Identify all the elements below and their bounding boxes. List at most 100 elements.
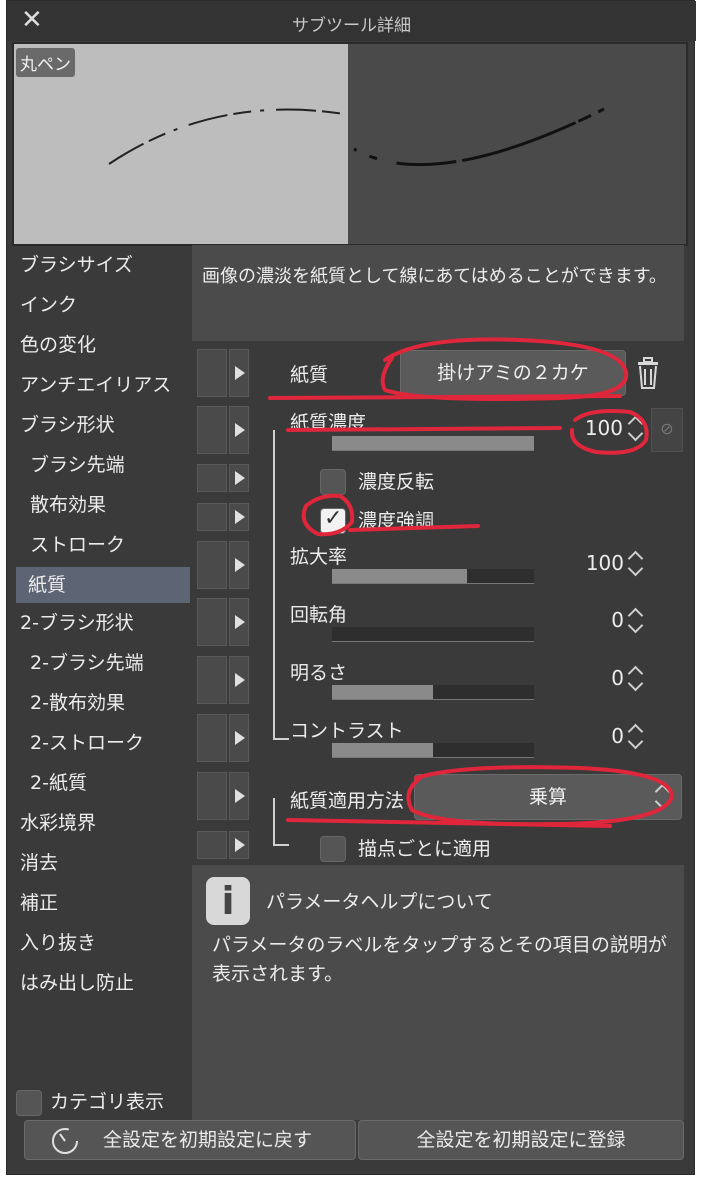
density-spinner-icon[interactable] xyxy=(627,414,645,444)
help-heading: パラメータヘルプについて xyxy=(266,891,493,913)
contrast-toggle[interactable] xyxy=(197,714,251,762)
sidebar-item-brush-size[interactable]: ブラシサイズ xyxy=(12,245,192,285)
emphasize-checkbox[interactable]: ✓ xyxy=(320,506,346,534)
brightness-spinner-icon[interactable] xyxy=(627,664,645,694)
reset-icon xyxy=(52,1128,78,1154)
sidebar-item-2-texture[interactable]: 2-紙質 xyxy=(12,763,192,803)
texture-toggle[interactable] xyxy=(197,349,251,397)
scale-slider-fill xyxy=(332,569,468,583)
sidebar-item-correction[interactable]: 補正 xyxy=(12,883,192,923)
apply-method-select[interactable]: 乗算 xyxy=(414,774,682,820)
invert-checkbox-row[interactable]: 濃度反転 xyxy=(320,465,434,495)
rotation-value[interactable]: 0 xyxy=(574,608,624,632)
density-slider[interactable] xyxy=(332,436,534,451)
per-dot-checkbox[interactable] xyxy=(320,835,346,862)
sidebar-item-spray[interactable]: 散布効果 xyxy=(12,485,192,525)
sidebar-item-brush-tip[interactable]: ブラシ先端 xyxy=(12,445,192,485)
sidebar-item-2-brush-shape[interactable]: 2-ブラシ形状 xyxy=(12,603,192,643)
show-toggle[interactable] xyxy=(197,831,227,859)
preview-strokes xyxy=(108,107,605,167)
expand-arrow-icon[interactable] xyxy=(229,406,249,454)
invert-label: 濃度反転 xyxy=(358,471,435,493)
density-toggle[interactable] xyxy=(197,406,251,454)
trash-icon[interactable] xyxy=(636,356,660,390)
brightness-slider[interactable] xyxy=(332,685,534,700)
category-display-toggle[interactable]: カテゴリ表示 xyxy=(16,1087,164,1116)
contrast-value[interactable]: 0 xyxy=(574,724,624,748)
emphasize-checkbox-row[interactable]: ✓ 濃度強調 xyxy=(320,504,434,534)
reset-all-button[interactable]: 全設定を初期設定に戻す xyxy=(24,1120,356,1160)
show-toggle[interactable] xyxy=(197,503,227,531)
sidebar-item-overflow-prevent[interactable]: はみ出し防止 xyxy=(12,963,192,1003)
title-bar: ✕ サブツール詳細 xyxy=(7,1,696,41)
expand-arrow-icon[interactable] xyxy=(229,772,249,820)
expand-arrow-icon[interactable] xyxy=(229,598,249,646)
show-toggle[interactable] xyxy=(197,598,227,646)
rotation-slider[interactable] xyxy=(332,627,534,642)
texture-label[interactable]: 紙質 xyxy=(290,360,328,387)
density-group-bracket xyxy=(273,430,289,740)
rotation-spinner-icon[interactable] xyxy=(627,606,645,636)
texture-select[interactable]: 掛けアミの２カケ xyxy=(400,350,626,396)
sidebar-item-watercolor-edge[interactable]: 水彩境界 xyxy=(12,803,192,843)
category-display-checkbox[interactable] xyxy=(16,1089,42,1116)
rotation-label[interactable]: 回転角 xyxy=(290,600,347,627)
per-dot-checkbox-row[interactable]: 描点ごとに適用 xyxy=(320,832,491,862)
sidebar-item-brush-shape[interactable]: ブラシ形状 xyxy=(12,405,192,445)
contrast-label[interactable]: コントラスト xyxy=(290,716,404,743)
invert-checkbox[interactable] xyxy=(320,468,346,495)
scale-spinner-icon[interactable] xyxy=(627,549,645,579)
expand-arrow-icon[interactable] xyxy=(229,831,249,859)
emphasize-label: 濃度強調 xyxy=(358,510,435,532)
show-toggle[interactable] xyxy=(197,714,227,762)
expand-arrow-icon[interactable] xyxy=(229,714,249,762)
sidebar-item-stroke[interactable]: ストローク xyxy=(12,525,192,565)
rotation-toggle[interactable] xyxy=(197,598,251,646)
contrast-spinner-icon[interactable] xyxy=(627,722,645,752)
expand-arrow-icon[interactable] xyxy=(229,503,249,531)
sidebar-item-2-brush-tip[interactable]: 2-ブラシ先端 xyxy=(12,643,192,683)
show-toggle[interactable] xyxy=(197,772,227,820)
density-value[interactable]: 100 xyxy=(573,416,623,440)
per-dot-toggle[interactable] xyxy=(197,831,251,859)
pressure-link-icon[interactable]: ⊘ xyxy=(651,408,683,452)
brightness-label[interactable]: 明るさ xyxy=(290,658,347,685)
reset-all-label: 全設定を初期設定に戻す xyxy=(103,1129,313,1151)
emphasize-toggle[interactable] xyxy=(197,503,251,531)
expand-arrow-icon[interactable] xyxy=(229,541,249,589)
density-slider-fill xyxy=(332,436,534,450)
apply-method-label[interactable]: 紙質適用方法 xyxy=(290,786,404,813)
show-toggle[interactable] xyxy=(197,464,227,492)
density-label[interactable]: 紙質濃度 xyxy=(290,408,366,435)
brightness-toggle[interactable] xyxy=(197,656,251,704)
sidebar-item-texture[interactable]: 紙質 xyxy=(16,567,190,603)
sidebar-item-2-spray[interactable]: 2-散布効果 xyxy=(12,683,192,723)
parameter-help-panel: i パラメータヘルプについて パラメータのラベルをタップするとその項目の説明が表… xyxy=(192,865,684,1120)
scale-toggle[interactable] xyxy=(197,541,251,589)
invert-toggle[interactable] xyxy=(197,464,251,492)
apply-method-chevron-icon[interactable] xyxy=(654,782,672,812)
scale-label[interactable]: 拡大率 xyxy=(290,542,347,569)
sidebar-item-erase[interactable]: 消去 xyxy=(12,843,192,883)
sidebar-item-taper[interactable]: 入り抜き xyxy=(12,923,192,963)
sidebar-item-color-change[interactable]: 色の変化 xyxy=(12,325,192,365)
register-default-button[interactable]: 全設定を初期設定に登録 xyxy=(358,1120,684,1160)
sidebar-item-antialias[interactable]: アンチエイリアス xyxy=(12,365,192,405)
apply-group-bracket xyxy=(273,798,289,846)
brightness-value[interactable]: 0 xyxy=(574,666,624,690)
show-toggle[interactable] xyxy=(197,541,227,589)
scale-value[interactable]: 100 xyxy=(574,551,624,575)
show-toggle[interactable] xyxy=(197,406,227,454)
sidebar-item-2-stroke[interactable]: 2-ストローク xyxy=(12,723,192,763)
show-toggle[interactable] xyxy=(197,349,227,397)
expand-arrow-icon[interactable] xyxy=(229,349,249,397)
show-toggle[interactable] xyxy=(197,656,227,704)
expand-arrow-icon[interactable] xyxy=(229,656,249,704)
tool-description: 画像の濃淡を紙質として線にあてはめることができます。 xyxy=(192,245,684,341)
contrast-slider[interactable] xyxy=(332,743,534,758)
apply-method-toggle[interactable] xyxy=(197,772,251,820)
sidebar-item-ink[interactable]: インク xyxy=(12,285,192,325)
stroke-preview: 丸ペン xyxy=(12,42,688,246)
expand-arrow-icon[interactable] xyxy=(229,464,249,492)
scale-slider[interactable] xyxy=(332,569,534,584)
